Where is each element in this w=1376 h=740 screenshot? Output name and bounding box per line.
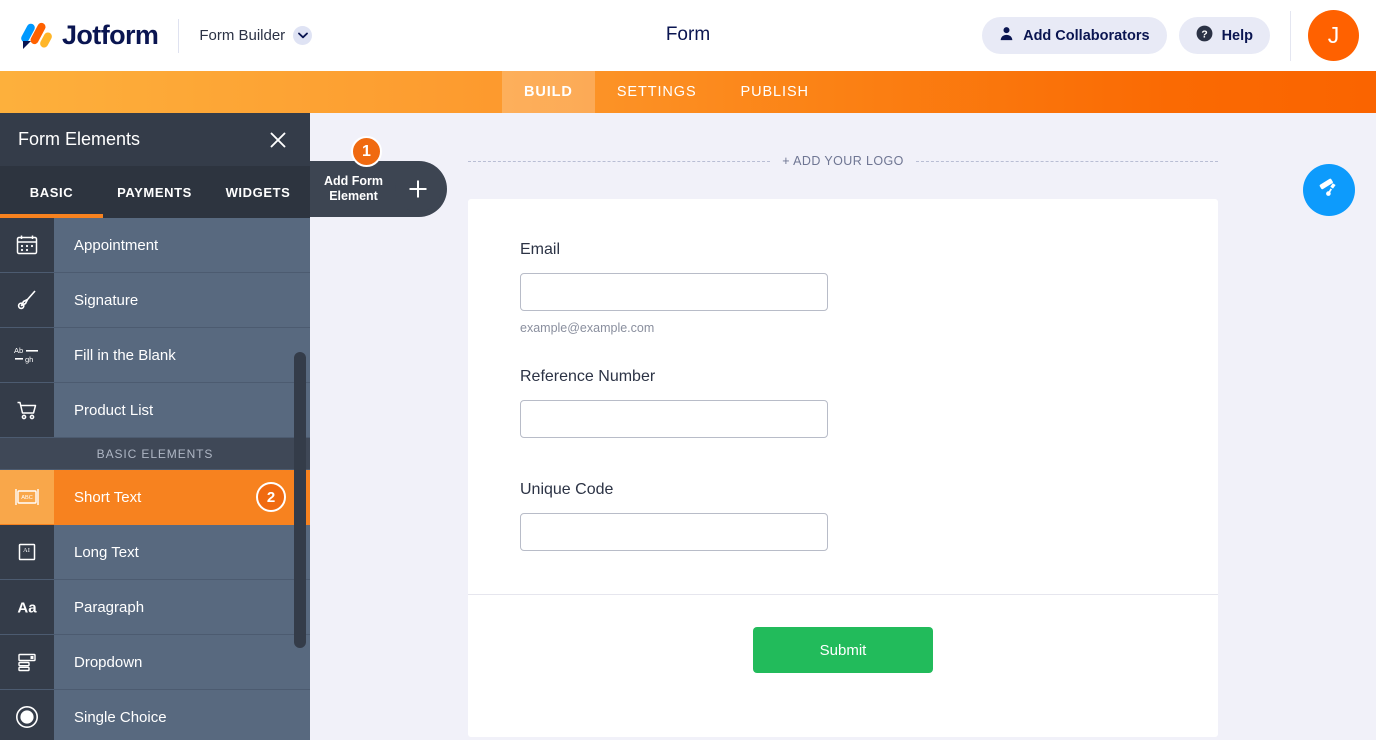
add-collaborators-button[interactable]: Add Collaborators — [982, 17, 1166, 54]
element-label: Product List — [54, 383, 310, 437]
element-label: Paragraph — [54, 580, 310, 634]
dropdown-icon — [0, 635, 54, 689]
field-label: Unique Code — [520, 481, 1166, 499]
element-label: Dropdown — [54, 635, 310, 689]
dashed-line-right — [916, 161, 1218, 162]
element-label: Fill in the Blank — [54, 328, 310, 382]
tab-publish[interactable]: PUBLISH — [719, 71, 831, 113]
header-actions: Add Collaborators ? Help J — [982, 10, 1376, 61]
nav-spacer — [0, 71, 502, 113]
dashed-line-left — [468, 161, 770, 162]
element-appointment[interactable]: Appointment — [0, 218, 310, 273]
element-short-text[interactable]: ABC Short Text2 — [0, 470, 310, 525]
form-canvas: + ADD YOUR LOGO Email example@example.co… — [310, 113, 1376, 740]
field-spacer — [468, 438, 1218, 481]
svg-text:gh: gh — [25, 355, 33, 364]
element-product-list[interactable]: Product List — [0, 383, 310, 438]
form-card: Email example@example.com Reference Numb… — [468, 199, 1218, 737]
avatar[interactable]: J — [1308, 10, 1359, 61]
avatar-divider — [1290, 11, 1291, 61]
add-form-element-button[interactable]: Add Form Element — [310, 161, 447, 217]
panel-tab-basic[interactable]: BASIC — [0, 185, 103, 200]
tab-settings[interactable]: SETTINGS — [595, 71, 719, 113]
field-label: Reference Number — [520, 368, 1166, 386]
help-label: Help — [1222, 28, 1253, 44]
field-hint: example@example.com — [520, 321, 1166, 335]
shopping-cart-icon — [0, 383, 54, 437]
svg-text:ABC: ABC — [21, 495, 33, 501]
add-form-element-line2: Element — [324, 189, 383, 204]
element-signature[interactable]: Signature — [0, 273, 310, 328]
top-header: Jotform Form Builder Form Add Collaborat… — [0, 0, 1376, 71]
svg-text:Ab: Ab — [14, 346, 23, 355]
fill-blank-icon: Ab gh — [0, 328, 54, 382]
calendar-icon — [0, 218, 54, 272]
field-spacer — [468, 335, 1218, 368]
element-single-choice[interactable]: Single Choice — [0, 690, 310, 740]
long-text-icon: AI — [0, 525, 54, 579]
form-field-email[interactable]: Email example@example.com — [468, 199, 1218, 335]
form-field-unique-code[interactable]: Unique Code — [468, 481, 1218, 551]
add-form-element-label: Add Form Element — [310, 174, 391, 204]
add-your-logo-button[interactable]: + ADD YOUR LOGO — [782, 154, 903, 168]
plus-icon — [395, 166, 441, 212]
add-collaborators-label: Add Collaborators — [1023, 28, 1149, 44]
help-button[interactable]: ? Help — [1179, 17, 1270, 54]
svg-text:Aa: Aa — [17, 600, 37, 617]
form-elements-panel: Form Elements BASIC PAYMENTS WIDGETS — [0, 113, 310, 740]
element-paragraph[interactable]: Aa Paragraph — [0, 580, 310, 635]
unique-code-input[interactable] — [520, 513, 828, 551]
logo-placeholder-row: + ADD YOUR LOGO — [468, 154, 1218, 168]
add-form-element-line1: Add Form — [324, 174, 383, 189]
element-label: Single Choice — [54, 690, 310, 740]
element-list: Appointment Signature Ab gh Fill in th — [0, 218, 310, 740]
step-badge-2: 2 — [256, 482, 286, 512]
element-fill-in-the-blank[interactable]: Ab gh Fill in the Blank — [0, 328, 310, 383]
element-label: Appointment — [54, 218, 310, 272]
tab-build[interactable]: BUILD — [502, 71, 595, 113]
element-dropdown[interactable]: Dropdown — [0, 635, 310, 690]
svg-text:AI: AI — [23, 547, 30, 554]
panel-scrollbar[interactable] — [294, 352, 306, 648]
form-designer-button[interactable] — [1303, 164, 1355, 216]
section-header-basic-elements: BASIC ELEMENTS — [0, 438, 310, 470]
short-text-icon: ABC — [0, 470, 54, 524]
element-label: Short Text2 — [54, 470, 310, 524]
panel-tabs: BASIC PAYMENTS WIDGETS — [0, 166, 310, 218]
person-icon — [999, 26, 1014, 45]
element-label: Signature — [54, 273, 310, 327]
pen-nib-icon — [0, 273, 54, 327]
svg-text:?: ? — [1201, 29, 1207, 40]
paragraph-aa-icon: Aa — [0, 580, 54, 634]
close-icon[interactable] — [268, 130, 288, 150]
radio-circle-icon — [0, 690, 54, 740]
element-label: Long Text — [54, 525, 310, 579]
step-badge-1: 1 — [351, 136, 382, 167]
panel-tab-widgets[interactable]: WIDGETS — [206, 185, 310, 200]
reference-number-input[interactable] — [520, 400, 828, 438]
panel-header: Form Elements — [0, 113, 310, 166]
form-field-reference-number[interactable]: Reference Number — [468, 368, 1218, 438]
submit-button[interactable]: Submit — [753, 627, 933, 673]
main-nav: BUILD SETTINGS PUBLISH — [0, 71, 1376, 113]
field-label: Email — [520, 241, 1166, 259]
paint-roller-icon — [1316, 175, 1342, 206]
question-circle-icon: ? — [1196, 25, 1213, 46]
submit-row: Submit — [468, 595, 1218, 673]
panel-tab-payments[interactable]: PAYMENTS — [103, 185, 206, 200]
email-input[interactable] — [520, 273, 828, 311]
panel-title: Form Elements — [18, 129, 140, 150]
add-form-element-wrap: Add Form Element 1 — [310, 161, 447, 217]
element-long-text[interactable]: AI Long Text — [0, 525, 310, 580]
